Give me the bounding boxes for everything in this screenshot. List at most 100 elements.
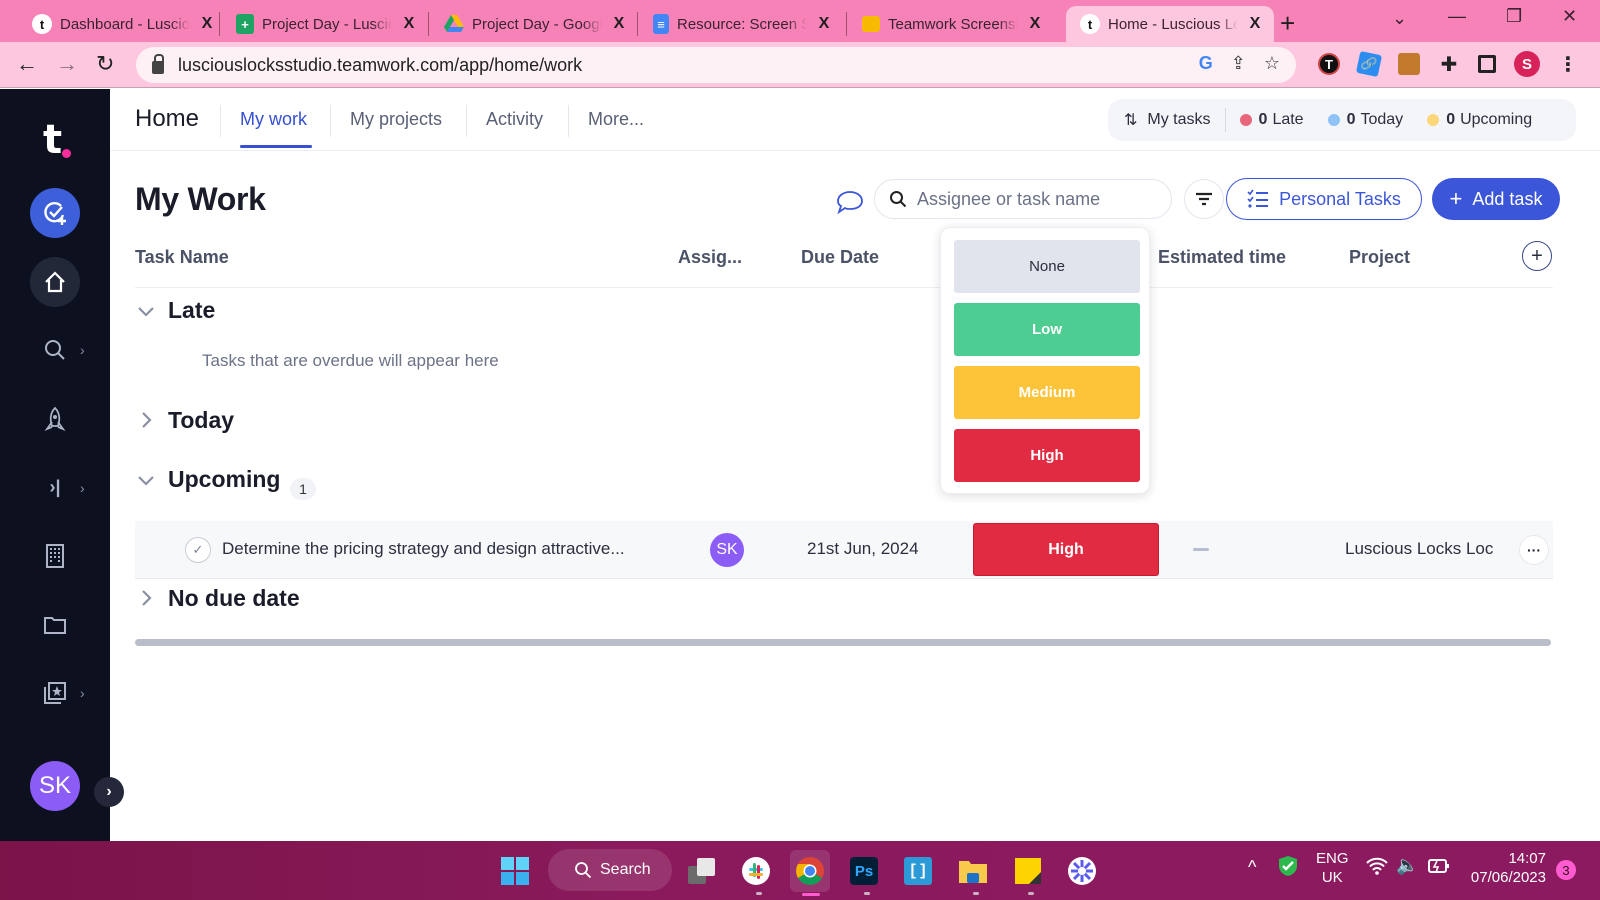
link-extension-icon[interactable]: 🔗 [1355,50,1383,78]
close-tab-icon[interactable]: X [1246,15,1264,33]
chevron-down-icon[interactable] [136,470,156,490]
volume-icon[interactable]: 🔈 [1396,855,1418,876]
tab-more[interactable]: More... [588,109,644,130]
column-header-estimated-time[interactable]: Estimated time [1158,247,1286,268]
task-due-date[interactable]: 21st Jun, 2024 [807,539,919,559]
close-tab-icon[interactable]: X [610,15,628,33]
camel-extension-icon[interactable] [1398,53,1420,75]
group-upcoming-title[interactable]: Upcoming [168,466,280,493]
slack-icon[interactable] [738,853,774,889]
show-hidden-icons-chevron[interactable]: ^ [1248,857,1256,878]
browser-tab[interactable]: Teamwork Screenshots X [840,6,1054,42]
app-launcher-icon[interactable] [1064,853,1100,889]
horizontal-scrollbar[interactable] [135,639,1551,646]
task-row[interactable]: ✓ Determine the pricing strategy and des… [135,521,1553,579]
sticky-notes-icon[interactable] [1010,853,1046,889]
browser-tab[interactable]: Project Day - Google Drive X [422,6,638,42]
tab-activity[interactable]: Activity [486,109,543,130]
sort-arrows-icon[interactable]: ⇅ [1124,110,1137,130]
task-more-options-button[interactable]: ··· [1519,535,1549,565]
browser-menu-icon[interactable]: ⋮ [1558,52,1578,77]
bookmark-star-icon[interactable]: ☆ [1264,53,1280,74]
priority-option-medium[interactable]: Medium [954,366,1140,419]
column-header-task-name[interactable]: Task Name [135,247,229,268]
new-tab-button[interactable]: + [1280,8,1295,39]
column-header-project[interactable]: Project [1349,247,1410,268]
photoshop-icon[interactable]: Ps [846,853,882,889]
browser-tab[interactable]: + Project Day - Luscious Locks X [214,6,428,42]
task-search[interactable] [874,179,1172,219]
expand-sidebar-button[interactable]: › [94,777,124,807]
file-explorer-icon[interactable] [955,853,991,889]
minimize-icon[interactable]: — [1448,6,1466,27]
sidebar-item-projects[interactable] [30,600,80,650]
tab-search-chevron-icon[interactable]: ⌄ [1392,8,1407,29]
forward-arrow-icon[interactable]: → [56,51,78,77]
task-priority-badge[interactable]: High [973,523,1159,576]
task-view-icon[interactable] [684,853,720,889]
battery-icon[interactable] [1428,857,1450,879]
restore-icon[interactable]: ❐ [1506,6,1522,27]
browser-tab-active[interactable]: t Home - Luscious Locks X [1066,6,1274,42]
group-late-title[interactable]: Late [168,297,215,324]
brackets-icon[interactable]: [ ] [900,853,936,889]
add-column-button[interactable]: + [1522,241,1552,271]
priority-option-high[interactable]: High [954,429,1140,482]
group-no-due-date-title[interactable]: No due date [168,585,300,612]
sidebar-item-switch[interactable]: ›| [30,462,80,512]
task-name[interactable]: Determine the pricing strategy and desig… [222,539,625,559]
close-tab-icon[interactable]: X [400,15,418,33]
priority-option-none[interactable]: None [954,240,1140,293]
language-indicator[interactable]: ENG UK [1316,849,1349,887]
upcoming-counter[interactable]: 0 Upcoming [1427,111,1532,129]
comment-icon[interactable] [836,189,864,220]
my-tasks-label[interactable]: My tasks [1147,111,1210,129]
sidebar-item-search[interactable] [30,325,80,375]
user-avatar[interactable]: SK [30,761,80,811]
clock[interactable]: 14:07 07/06/2023 [1470,849,1546,887]
column-header-due-date[interactable]: Due Date [801,247,879,268]
back-arrow-icon[interactable]: ← [16,51,38,77]
profile-avatar[interactable]: S [1514,51,1540,77]
search-input[interactable] [917,188,1167,210]
start-button[interactable] [497,853,533,889]
address-bar[interactable]: lusciouslocksstudio.teamwork.com/app/hom… [136,47,1296,83]
task-project[interactable]: Luscious Locks Loc [1345,539,1525,559]
chrome-icon[interactable] [790,850,830,892]
extension-t-icon[interactable]: T [1318,53,1340,75]
taskbar-search[interactable]: Search [548,849,672,891]
security-shield-icon[interactable] [1278,855,1298,881]
quick-add-task-button[interactable] [30,188,80,238]
column-header-assignee[interactable]: Assig... [678,247,742,268]
sidebar-item-clients[interactable] [30,531,80,581]
close-window-icon[interactable]: ✕ [1562,6,1577,27]
notification-badge[interactable]: 3 [1556,860,1576,880]
google-lens-icon[interactable]: G [1199,53,1213,74]
estimated-time-empty[interactable] [1193,548,1209,551]
sidebar-item-launchpad[interactable] [30,394,80,444]
tab-my-work[interactable]: My work [240,109,307,130]
group-today-title[interactable]: Today [168,407,234,434]
personal-tasks-button[interactable]: Personal Tasks [1226,178,1422,220]
chevron-right-icon[interactable] [136,410,156,430]
complete-task-checkbox[interactable]: ✓ [185,537,211,563]
filter-button[interactable] [1184,179,1224,219]
extensions-puzzle-icon[interactable]: ✚ [1438,53,1460,76]
close-tab-icon[interactable]: X [1026,15,1044,33]
close-tab-icon[interactable]: X [815,15,833,33]
share-icon[interactable]: ⇪ [1231,53,1246,74]
priority-option-low[interactable]: Low [954,303,1140,356]
teamwork-logo[interactable]: t [43,117,62,163]
chevron-right-icon[interactable] [136,588,156,608]
wifi-icon[interactable] [1366,857,1388,880]
late-counter[interactable]: 0 Late [1239,111,1304,129]
browser-tab[interactable]: t Dashboard - Luscious Locks X [10,6,226,42]
tab-my-projects[interactable]: My projects [350,109,442,130]
chevron-down-icon[interactable] [136,301,156,321]
assignee-avatar[interactable]: SK [710,533,744,567]
reload-icon[interactable]: ↻ [96,51,114,77]
browser-tab[interactable]: ≡ Resource: Screen Shots X [631,6,843,42]
add-task-button[interactable]: + Add task [1432,178,1560,220]
sidebar-item-favorites[interactable] [30,668,80,718]
today-counter[interactable]: 0 Today [1327,111,1403,129]
